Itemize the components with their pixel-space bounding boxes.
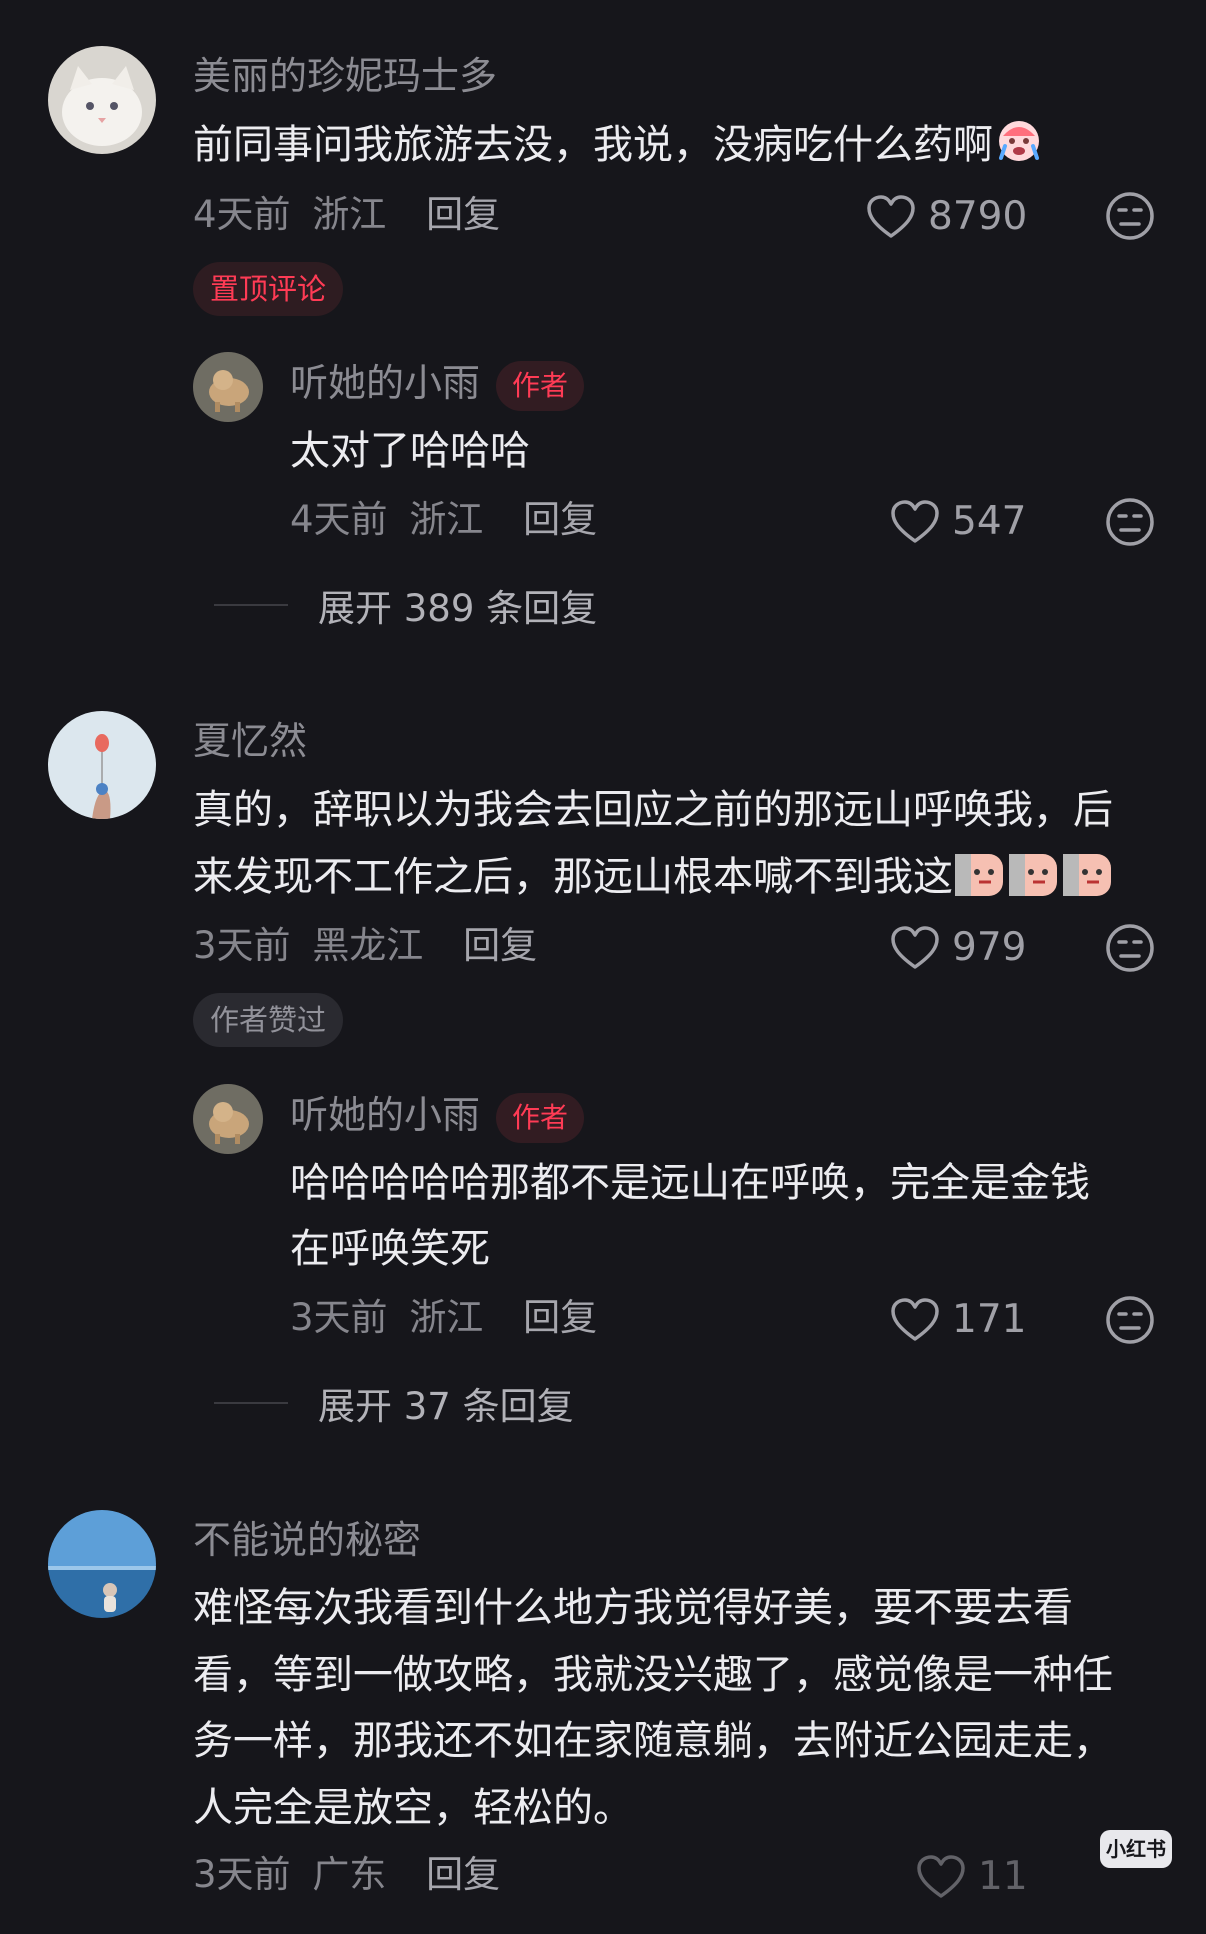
- heart-icon: [890, 1297, 940, 1343]
- comment-time: 4天前: [193, 193, 291, 236]
- author-badge: 作者: [496, 360, 585, 411]
- reply-meta: 4天前 浙江 回复: [290, 497, 597, 543]
- comment-text-content: 前同事问我旅游去没，我说，没病吃什么药啊: [193, 122, 993, 168]
- avatar-dog[interactable]: [193, 1084, 263, 1154]
- crying-face-icon: [993, 114, 1045, 187]
- comment-text-content: 来发现不工作之后，那远山根本喊不到我这: [193, 854, 953, 900]
- like-button[interactable]: 547: [890, 497, 1026, 547]
- comment-location: 广东: [312, 1853, 387, 1896]
- heart-icon: [866, 194, 916, 240]
- like-button[interactable]: 171: [890, 1295, 1026, 1345]
- meh-face-icon: [1104, 496, 1156, 548]
- dislike-button[interactable]: [1104, 922, 1156, 974]
- like-count: 979: [952, 925, 1027, 970]
- expand-replies-label: 展开 37 条回复: [318, 1385, 574, 1428]
- expand-replies-button[interactable]: 展开 389 条回复: [214, 578, 597, 632]
- sly-face-icon: [953, 846, 1111, 919]
- reply-username[interactable]: 听她的小雨 作者: [290, 358, 585, 411]
- reply-button[interactable]: 回复: [463, 924, 537, 967]
- xiaohongshu-watermark: 小红书: [1100, 1830, 1172, 1868]
- avatar-dog[interactable]: [193, 352, 263, 422]
- comment-text-line: 看，等到一做攻略，我就没兴趣了，感觉像是一种任: [193, 1652, 1113, 1698]
- author-badge: 作者: [496, 1092, 585, 1143]
- comment-meta: 3天前 广东 回复: [193, 1852, 500, 1898]
- divider: [214, 1402, 288, 1404]
- comment-username[interactable]: 不能说的秘密: [193, 1517, 421, 1563]
- reply-text-line: 哈哈哈哈哈那都不是远山在呼唤，完全是金钱: [290, 1160, 1090, 1206]
- comment-text-line: 人完全是放空，轻松的。: [193, 1785, 633, 1831]
- comment-location: 黑龙江: [312, 924, 424, 967]
- dislike-button[interactable]: [1104, 190, 1156, 242]
- like-count: 11: [978, 1854, 1028, 1899]
- reply-text-line: 在呼唤笑死: [290, 1226, 490, 1272]
- reply-location: 浙江: [409, 1296, 484, 1339]
- reply-text: 太对了哈哈哈: [290, 428, 530, 474]
- meh-face-icon: [1104, 190, 1156, 242]
- comment-meta: 3天前 黑龙江 回复: [193, 923, 537, 969]
- avatar-cat[interactable]: [48, 46, 156, 154]
- reply-meta: 3天前 浙江 回复: [290, 1295, 597, 1341]
- reply-button[interactable]: 回复: [426, 193, 500, 236]
- dislike-button[interactable]: [1104, 496, 1156, 548]
- comment-text-line: 难怪每次我看到什么地方我觉得好美，要不要去看: [193, 1585, 1073, 1631]
- comment-location: 浙江: [312, 193, 387, 236]
- like-count: 547: [952, 499, 1027, 544]
- avatar-balloon[interactable]: [48, 711, 156, 819]
- comment-text-line: 务一样，那我还不如在家随意躺，去附近公园走走，: [193, 1718, 1113, 1764]
- reply-time: 3天前: [290, 1296, 388, 1339]
- expand-replies-button[interactable]: 展开 37 条回复: [214, 1376, 574, 1430]
- expand-replies-label: 展开 389 条回复: [318, 587, 598, 630]
- heart-icon: [916, 1854, 966, 1900]
- comment-username[interactable]: 夏忆然: [193, 718, 307, 764]
- author-liked-tag: 作者赞过: [193, 993, 344, 1047]
- like-button[interactable]: 11: [916, 1852, 1028, 1902]
- like-count: 171: [952, 1297, 1027, 1342]
- comment-text-line: 真的，辞职以为我会去回应之前的那远山呼唤我，后: [193, 787, 1113, 833]
- like-button[interactable]: 8790: [866, 192, 1027, 242]
- comment-time: 3天前: [193, 1853, 291, 1896]
- reply-button[interactable]: 回复: [426, 1853, 500, 1896]
- heart-icon: [890, 499, 940, 545]
- reply-location: 浙江: [409, 498, 484, 541]
- dislike-button[interactable]: [1104, 1294, 1156, 1346]
- reply-time: 4天前: [290, 498, 388, 541]
- reply-username-text: 听她的小雨: [290, 361, 481, 405]
- comment-username[interactable]: 美丽的珍妮玛士多: [193, 53, 497, 99]
- comment-text: 前同事问我旅游去没，我说，没病吃什么药啊: [193, 112, 1045, 187]
- pinned-comment-tag: 置顶评论: [193, 262, 344, 316]
- meh-face-icon: [1104, 922, 1156, 974]
- meh-face-icon: [1104, 1294, 1156, 1346]
- comment-meta: 4天前 浙江 回复: [193, 192, 500, 238]
- heart-icon: [890, 925, 940, 971]
- reply-username-text: 听她的小雨: [290, 1093, 481, 1137]
- like-count: 8790: [928, 194, 1028, 239]
- comment-time: 3天前: [193, 924, 291, 967]
- reply-button[interactable]: 回复: [523, 498, 597, 541]
- reply-button[interactable]: 回复: [523, 1296, 597, 1339]
- comment-text-line: 来发现不工作之后，那远山根本喊不到我这: [193, 844, 1111, 919]
- like-button[interactable]: 979: [890, 923, 1026, 973]
- reply-username[interactable]: 听她的小雨 作者: [290, 1090, 585, 1143]
- divider: [214, 604, 288, 606]
- avatar-sea[interactable]: [48, 1510, 156, 1618]
